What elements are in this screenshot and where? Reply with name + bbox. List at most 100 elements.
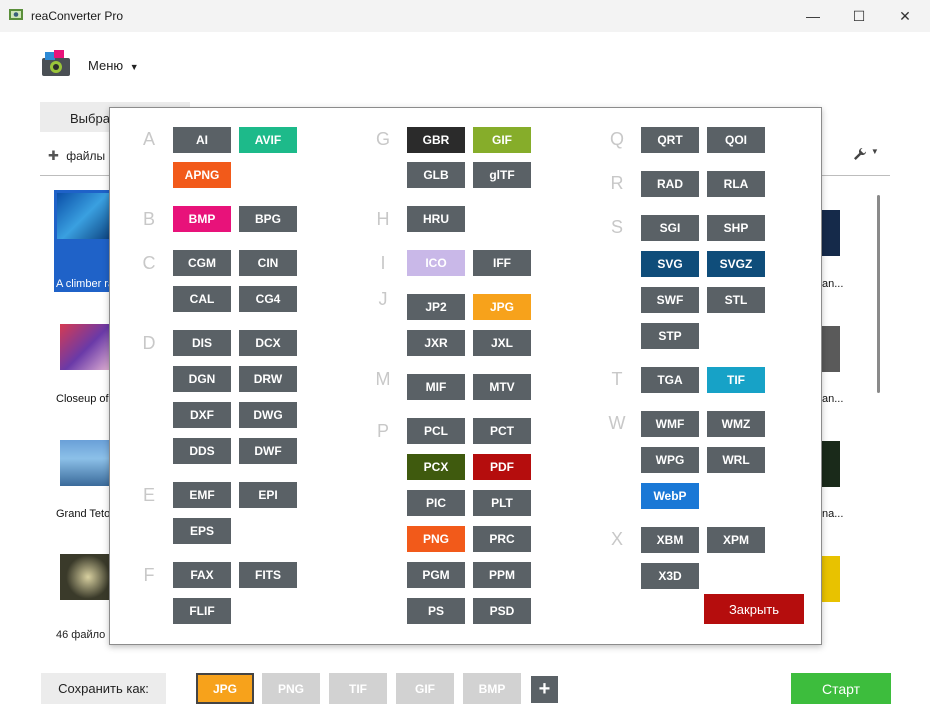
format-button-ps[interactable]: PS [407, 598, 465, 624]
format-button-wrl[interactable]: WRL [707, 447, 765, 473]
file-thumbnail[interactable] [60, 554, 116, 600]
section-letter: S [610, 217, 623, 237]
format-button-qrt[interactable]: QRT [641, 127, 699, 153]
format-button-pct[interactable]: PCT [473, 418, 531, 444]
format-button-jpg[interactable]: JPG [473, 294, 531, 320]
format-button-stp[interactable]: STP [641, 323, 699, 349]
format-button-pdf[interactable]: PDF [473, 454, 531, 480]
file-thumbnail[interactable] [57, 193, 113, 239]
section-letter: H [376, 209, 390, 229]
format-button-swf[interactable]: SWF [641, 287, 699, 313]
format-button-sgi[interactable]: SGI [641, 215, 699, 241]
format-button-bmp[interactable]: BMP [173, 206, 231, 232]
format-button-cg4[interactable]: CG4 [239, 286, 297, 312]
format-button-drw[interactable]: DRW [239, 366, 297, 392]
format-button-x3d[interactable]: X3D [641, 563, 699, 589]
quick-format-bmp[interactable]: BMP [463, 673, 521, 704]
format-button-wpg[interactable]: WPG [641, 447, 699, 473]
save-as-label: Сохранить как: [41, 673, 166, 704]
format-button-epi[interactable]: EPI [239, 482, 297, 508]
file-thumbnail[interactable] [822, 556, 840, 602]
format-button-qoi[interactable]: QOI [707, 127, 765, 153]
format-button-gltf[interactable]: glTF [473, 162, 531, 188]
format-button-cin[interactable]: CIN [239, 250, 297, 276]
format-button-dxf[interactable]: DXF [173, 402, 231, 428]
quick-format-jpg[interactable]: JPG [196, 673, 254, 704]
format-button-xpm[interactable]: XPM [707, 527, 765, 553]
section-letter: Q [609, 129, 624, 149]
format-button-bpg[interactable]: BPG [239, 206, 297, 232]
add-files-button[interactable]: ✚ файлы [48, 148, 105, 164]
add-format-button[interactable]: + [531, 676, 558, 703]
format-button-dis[interactable]: DIS [173, 330, 231, 356]
file-thumbnail[interactable] [822, 326, 840, 372]
quick-format-gif[interactable]: GIF [396, 673, 454, 704]
format-button-avif[interactable]: AVIF [239, 127, 297, 153]
format-button-stl[interactable]: STL [707, 287, 765, 313]
format-button-mtv[interactable]: MTV [473, 374, 531, 400]
format-button-gif[interactable]: GIF [473, 127, 531, 153]
section-letter: C [142, 253, 156, 273]
format-button-flif[interactable]: FLIF [173, 598, 231, 624]
format-button-plt[interactable]: PLT [473, 490, 531, 516]
format-button-png[interactable]: PNG [407, 526, 465, 552]
format-button-dds[interactable]: DDS [173, 438, 231, 464]
format-button-glb[interactable]: GLB [407, 162, 465, 188]
format-button-tga[interactable]: TGA [641, 367, 699, 393]
format-button-shp[interactable]: SHP [707, 215, 765, 241]
format-button-svg[interactable]: SVG [641, 251, 699, 277]
format-button-pic[interactable]: PIC [407, 490, 465, 516]
format-button-rla[interactable]: RLA [707, 171, 765, 197]
format-button-xbm[interactable]: XBM [641, 527, 699, 553]
format-button-dgn[interactable]: DGN [173, 366, 231, 392]
format-button-pcl[interactable]: PCL [407, 418, 465, 444]
menu-dropdown[interactable]: Меню ▼ [88, 58, 139, 73]
format-button-svgz[interactable]: SVGZ [707, 251, 765, 277]
format-button-dcx[interactable]: DCX [239, 330, 297, 356]
format-button-pgm[interactable]: PGM [407, 562, 465, 588]
file-thumbnail[interactable] [822, 441, 840, 487]
format-button-cal[interactable]: CAL [173, 286, 231, 312]
format-button-cgm[interactable]: CGM [173, 250, 231, 276]
section-letter: E [142, 485, 155, 505]
close-window-button[interactable]: ✕ [882, 0, 928, 32]
format-button-gbr[interactable]: GBR [407, 127, 465, 153]
format-button-ppm[interactable]: PPM [473, 562, 531, 588]
window-title: reaConverter Pro [31, 9, 124, 23]
maximize-button[interactable]: ☐ [836, 0, 882, 32]
format-button-tif[interactable]: TIF [707, 367, 765, 393]
file-thumbnail[interactable] [60, 324, 116, 370]
format-button-emf[interactable]: EMF [173, 482, 231, 508]
format-button-jxl[interactable]: JXL [473, 330, 531, 356]
format-button-iff[interactable]: IFF [473, 250, 531, 276]
settings-button[interactable]: ▼ [853, 147, 879, 164]
format-button-webp[interactable]: WebP [641, 483, 699, 509]
format-button-rad[interactable]: RAD [641, 171, 699, 197]
format-button-ai[interactable]: AI [173, 127, 231, 153]
format-button-dwg[interactable]: DWG [239, 402, 297, 428]
format-button-dwf[interactable]: DWF [239, 438, 297, 464]
format-button-fax[interactable]: FAX [173, 562, 231, 588]
close-popup-button[interactable]: Закрыть [704, 594, 804, 624]
format-button-pcx[interactable]: PCX [407, 454, 465, 480]
scrollbar-thumb[interactable] [877, 195, 880, 393]
format-button-wmz[interactable]: WMZ [707, 411, 765, 437]
format-button-apng[interactable]: APNG [173, 162, 231, 188]
format-button-mif[interactable]: MIF [407, 374, 465, 400]
format-button-jp2[interactable]: JP2 [407, 294, 465, 320]
minimize-button[interactable]: — [790, 0, 836, 32]
file-thumbnail[interactable] [60, 440, 116, 486]
quick-format-tif[interactable]: TIF [329, 673, 387, 704]
format-button-fits[interactable]: FITS [239, 562, 297, 588]
format-button-psd[interactable]: PSD [473, 598, 531, 624]
file-thumbnail[interactable] [822, 210, 840, 256]
menu-label: Меню [88, 58, 124, 73]
start-button[interactable]: Старт [791, 673, 891, 704]
format-button-prc[interactable]: PRC [473, 526, 531, 552]
format-button-wmf[interactable]: WMF [641, 411, 699, 437]
quick-format-png[interactable]: PNG [262, 673, 320, 704]
format-button-ico[interactable]: ICO [407, 250, 465, 276]
format-button-hru[interactable]: HRU [407, 206, 465, 232]
format-button-jxr[interactable]: JXR [407, 330, 465, 356]
format-button-eps[interactable]: EPS [173, 518, 231, 544]
